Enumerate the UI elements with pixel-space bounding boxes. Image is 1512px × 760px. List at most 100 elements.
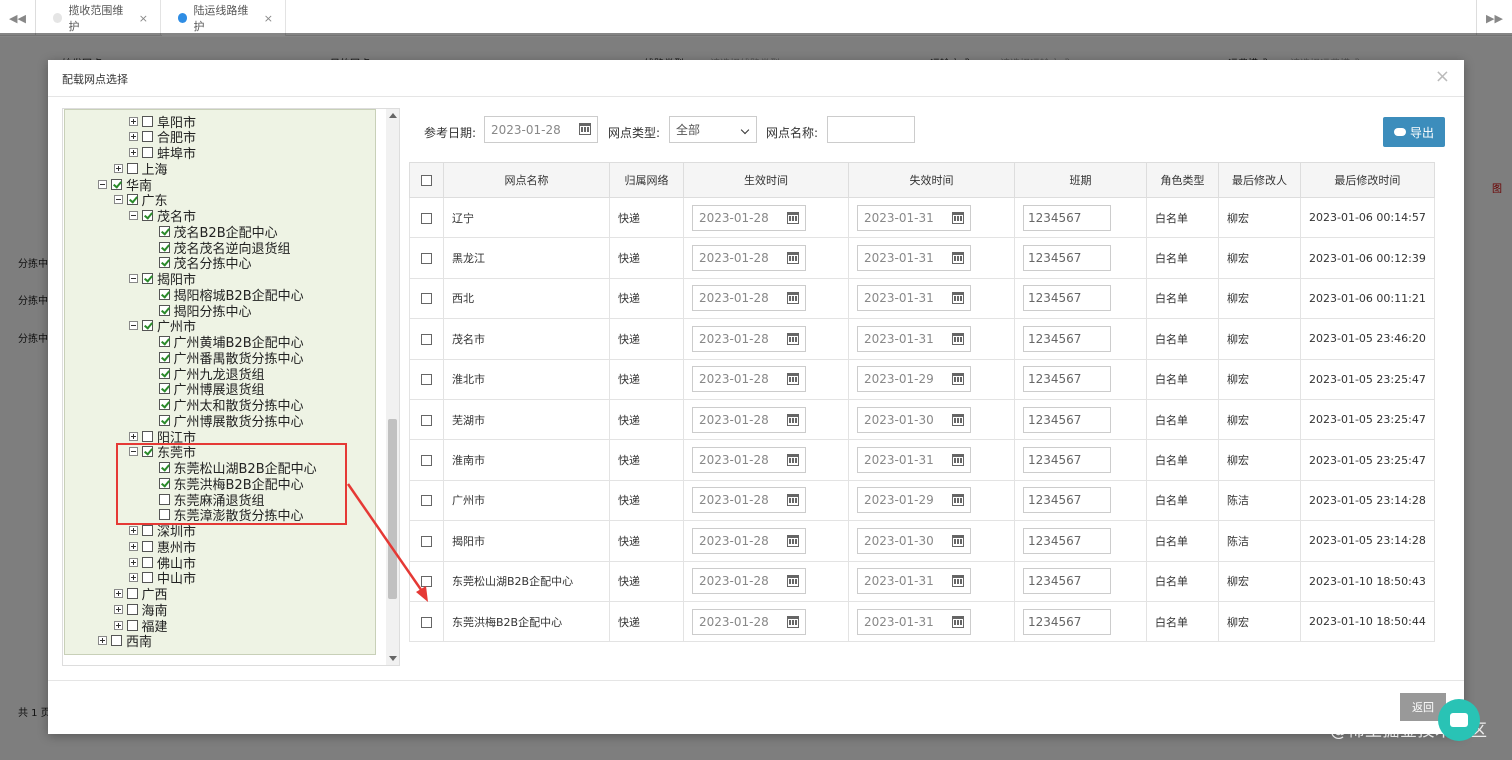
export-button[interactable]: 导出 [1383, 117, 1445, 147]
calendar-icon[interactable] [787, 292, 799, 305]
close-icon[interactable]: × [139, 12, 148, 25]
tree-checkbox[interactable] [142, 525, 153, 536]
scroll-up-icon[interactable] [389, 113, 397, 118]
collapse-icon[interactable] [129, 211, 138, 220]
start-date-input[interactable]: 2023-01-28 [692, 204, 806, 231]
start-date-input[interactable]: 2023-01-28 [692, 285, 806, 312]
expand-icon[interactable] [129, 573, 138, 583]
table-row[interactable]: 芜湖市 快递 2023-01-28 2023-01-30 1234567 白名单 柳宏 202… [409, 398, 1435, 441]
tree-checkbox[interactable] [126, 162, 138, 174]
start-date-input[interactable]: 2023-01-28 [692, 245, 806, 272]
tree-checkbox[interactable] [158, 351, 170, 363]
calendar-icon[interactable] [952, 252, 964, 265]
row-checkbox[interactable] [421, 414, 432, 426]
calendar-icon[interactable] [787, 211, 799, 224]
calendar-icon[interactable] [952, 373, 964, 386]
end-date-input[interactable]: 2023-01-31 [857, 568, 971, 595]
tree-checkbox[interactable] [111, 178, 122, 190]
schedule-input[interactable]: 1234567 [1023, 406, 1111, 433]
expand-icon[interactable] [129, 431, 138, 441]
calendar-icon[interactable] [787, 494, 799, 507]
calendar-icon[interactable] [787, 252, 799, 265]
tree-checkbox[interactable] [158, 383, 170, 395]
collapse-icon[interactable] [129, 274, 138, 283]
calendar-icon[interactable] [952, 615, 964, 628]
start-date-input[interactable]: 2023-01-28 [692, 447, 806, 474]
row-checkbox[interactable] [421, 212, 432, 224]
schedule-input[interactable]: 1234567 [1023, 568, 1111, 595]
tree-checkbox[interactable] [126, 194, 138, 206]
calendar-icon[interactable] [952, 292, 964, 305]
schedule-input[interactable]: 1234567 [1023, 285, 1111, 312]
end-date-input[interactable]: 2023-01-31 [857, 285, 971, 312]
row-checkbox[interactable] [421, 333, 432, 345]
tree-checkbox[interactable] [158, 336, 170, 347]
scroll-tabs-left-icon[interactable]: ◀◀ [0, 0, 36, 36]
table-row[interactable]: 茂名市 快递 2023-01-28 2023-01-31 1234567 白名单 柳宏 202… [409, 318, 1435, 360]
row-checkbox[interactable] [421, 293, 432, 305]
calendar-icon[interactable] [952, 454, 964, 467]
schedule-input[interactable]: 1234567 [1023, 325, 1111, 352]
select-all-checkbox[interactable] [421, 175, 432, 186]
column-header[interactable]: 生效时间 [683, 162, 849, 198]
expand-icon[interactable] [113, 604, 123, 614]
calendar-icon[interactable] [787, 332, 799, 345]
start-date-input[interactable]: 2023-01-28 [692, 487, 806, 514]
schedule-input[interactable]: 1234567 [1023, 245, 1111, 272]
collapse-icon[interactable] [98, 179, 107, 189]
tree-checkbox[interactable] [158, 257, 170, 269]
site-type-select[interactable]: 全部 [669, 116, 757, 143]
schedule-input[interactable]: 1234567 [1023, 204, 1111, 231]
start-date-input[interactable]: 2023-01-28 [692, 325, 806, 352]
end-date-input[interactable]: 2023-01-29 [857, 366, 971, 393]
tree-checkbox[interactable] [142, 115, 153, 127]
column-header[interactable]: 班期 [1014, 162, 1147, 198]
expand-icon[interactable] [113, 589, 123, 598]
end-date-input[interactable]: 2023-01-31 [857, 608, 971, 635]
tree-checkbox[interactable] [111, 635, 122, 647]
expand-icon[interactable] [98, 636, 107, 646]
table-row[interactable]: 淮南市 快递 2023-01-28 2023-01-31 1234567 白名单 柳宏 202… [409, 439, 1435, 481]
calendar-icon[interactable] [787, 575, 799, 588]
tree-scrollbar[interactable] [386, 109, 399, 665]
tree-checkbox[interactable] [142, 131, 153, 143]
row-checkbox[interactable] [421, 576, 432, 588]
end-date-input[interactable]: 2023-01-29 [857, 487, 971, 514]
expand-icon[interactable] [129, 116, 138, 126]
start-date-input[interactable]: 2023-01-28 [692, 527, 806, 554]
tab-land-route[interactable]: 陆运线路维护 × [162, 0, 286, 36]
row-checkbox[interactable] [421, 535, 432, 547]
calendar-icon[interactable] [952, 332, 964, 345]
schedule-input[interactable]: 1234567 [1023, 608, 1111, 635]
tree-checkbox[interactable] [158, 225, 170, 237]
tree-checkbox[interactable] [142, 572, 153, 584]
expand-icon[interactable] [129, 526, 138, 535]
schedule-input[interactable]: 1234567 [1023, 487, 1111, 514]
schedule-input[interactable]: 1234567 [1023, 527, 1111, 554]
tree-checkbox[interactable] [142, 320, 153, 332]
calendar-icon[interactable] [952, 494, 964, 507]
table-row[interactable]: 黑龙江 快递 2023-01-28 2023-01-31 1234567 白名单 柳宏 202… [409, 237, 1435, 279]
end-date-input[interactable]: 2023-01-30 [857, 406, 971, 433]
tab-pickup-range[interactable]: 揽收范围维护 × [37, 0, 161, 36]
tree-node[interactable]: 西南 [98, 633, 152, 650]
calendar-icon[interactable] [787, 534, 799, 547]
scrollbar-thumb[interactable] [388, 419, 397, 599]
end-date-input[interactable]: 2023-01-31 [857, 325, 971, 352]
start-date-input[interactable]: 2023-01-28 [692, 406, 806, 433]
column-header[interactable]: 最后修改人 [1218, 162, 1301, 198]
tree-checkbox[interactable] [142, 273, 153, 284]
schedule-input[interactable]: 1234567 [1023, 447, 1111, 474]
expand-icon[interactable] [129, 541, 138, 551]
schedule-input[interactable]: 1234567 [1023, 366, 1111, 393]
ref-date-input[interactable]: 2023-01-28 [484, 116, 598, 143]
tree-checkbox[interactable] [158, 304, 170, 316]
calendar-icon[interactable] [952, 413, 964, 426]
column-header[interactable]: 网点名称 [443, 162, 610, 198]
row-checkbox[interactable] [421, 455, 432, 467]
table-row[interactable]: 辽宁 快递 2023-01-28 2023-01-31 1234567 白名单 柳宏 2023… [409, 196, 1435, 239]
end-date-input[interactable]: 2023-01-31 [857, 204, 971, 231]
row-checkbox[interactable] [421, 616, 432, 628]
calendar-icon[interactable] [787, 454, 799, 467]
expand-icon[interactable] [129, 148, 138, 157]
